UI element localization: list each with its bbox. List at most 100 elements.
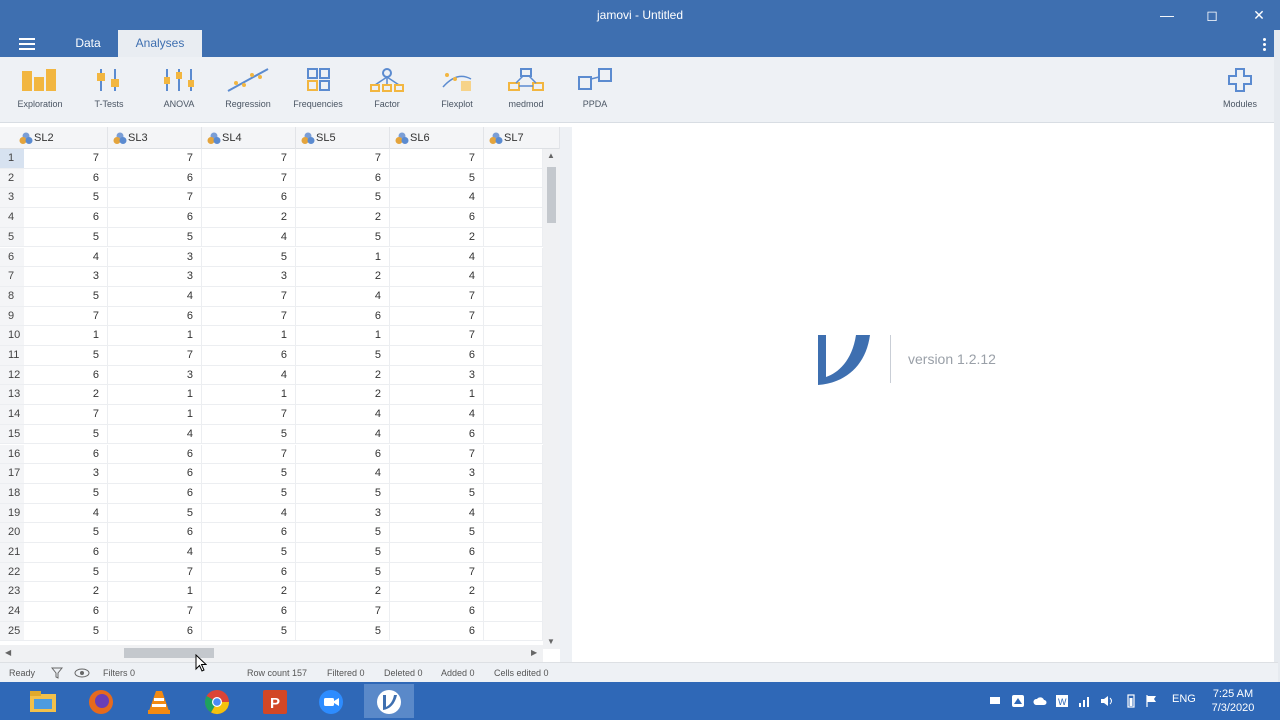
- table-cell[interactable]: 5: [296, 621, 390, 641]
- table-cell[interactable]: 7: [108, 346, 202, 365]
- table-row[interactable]: 22 5 7 6 5 7: [0, 562, 543, 583]
- medmod-button[interactable]: medmod: [491, 67, 561, 109]
- table-row[interactable]: 733324: [0, 267, 543, 287]
- table-cell[interactable]: 6: [108, 306, 202, 326]
- table-cell[interactable]: 5: [202, 247, 296, 267]
- table-cell[interactable]: 4: [390, 503, 484, 523]
- table-cell[interactable]: [484, 286, 543, 306]
- more-options-icon[interactable]: [1263, 38, 1267, 53]
- frequencies-button[interactable]: Frequencies: [283, 67, 353, 109]
- table-row[interactable]: 11 5 7 6 5 6: [0, 346, 543, 366]
- table-cell[interactable]: 2: [296, 267, 390, 286]
- table-cell[interactable]: 1: [296, 247, 390, 267]
- table-cell[interactable]: 1: [202, 326, 296, 345]
- table-cell[interactable]: 5: [14, 227, 108, 247]
- table-cell[interactable]: 5: [14, 621, 108, 641]
- table-row[interactable]: 25 5 6 5 5 6: [0, 621, 543, 642]
- table-cell[interactable]: 2: [390, 227, 484, 247]
- table-cell[interactable]: 7: [390, 326, 484, 345]
- table-cell[interactable]: 5: [390, 168, 484, 188]
- table-row[interactable]: 643514: [0, 247, 543, 268]
- tray-network-icon[interactable]: [1078, 694, 1092, 708]
- table-row[interactable]: 10 1 1 1 1 7: [0, 326, 543, 346]
- table-cell[interactable]: [484, 424, 543, 444]
- table-row[interactable]: 17 3 6 5 4 3: [0, 464, 543, 484]
- table-cell[interactable]: 6: [296, 168, 390, 188]
- vertical-scroll-thumb[interactable]: [547, 167, 556, 223]
- tray-chat-icon[interactable]: [989, 695, 1001, 707]
- table-cell[interactable]: 1: [108, 326, 202, 345]
- table-cell[interactable]: 6: [108, 208, 202, 227]
- table-cell[interactable]: 6: [108, 168, 202, 188]
- table-cell[interactable]: 5: [14, 562, 108, 582]
- tray-volume-icon[interactable]: [1100, 694, 1114, 708]
- table-cell[interactable]: 7: [390, 562, 484, 582]
- table-cell[interactable]: 5: [296, 346, 390, 365]
- table-cell[interactable]: 6: [108, 523, 202, 542]
- table-cell[interactable]: 7: [108, 562, 202, 582]
- tray-battery-icon[interactable]: [1126, 694, 1136, 708]
- table-cell[interactable]: 7: [108, 602, 202, 621]
- table-row[interactable]: 18 5 6 5 5 5: [0, 483, 543, 504]
- table-cell[interactable]: 5: [202, 543, 296, 562]
- table-cell[interactable]: 3: [390, 464, 484, 483]
- table-cell[interactable]: 7: [390, 286, 484, 306]
- table-cell[interactable]: [484, 149, 543, 168]
- table-cell[interactable]: 5: [108, 503, 202, 523]
- table-cell[interactable]: 1: [108, 405, 202, 424]
- table-cell[interactable]: 7: [14, 149, 108, 168]
- table-cell[interactable]: 5: [108, 227, 202, 247]
- table-cell[interactable]: 2: [296, 582, 390, 602]
- factor-button[interactable]: Factor: [352, 67, 422, 109]
- table-cell[interactable]: 2: [202, 208, 296, 227]
- table-cell[interactable]: 5: [296, 188, 390, 208]
- table-cell[interactable]: 5: [14, 346, 108, 365]
- table-cell[interactable]: 4: [296, 286, 390, 306]
- tray-cloud-icon[interactable]: [1033, 695, 1047, 707]
- table-cell[interactable]: 7: [202, 405, 296, 424]
- taskbar-chrome[interactable]: [192, 684, 242, 718]
- table-cell[interactable]: 6: [390, 424, 484, 444]
- table-cell[interactable]: [484, 621, 543, 641]
- table-cell[interactable]: 4: [14, 503, 108, 523]
- flexplot-button[interactable]: Flexplot: [422, 67, 492, 109]
- tray-app-icon[interactable]: [1011, 694, 1025, 708]
- column-header[interactable]: SL3: [108, 127, 202, 149]
- table-cell[interactable]: [484, 208, 543, 227]
- table-cell[interactable]: 4: [296, 464, 390, 483]
- table-cell[interactable]: 5: [390, 483, 484, 503]
- table-cell[interactable]: 5: [14, 523, 108, 542]
- table-cell[interactable]: 6: [108, 444, 202, 464]
- table-cell[interactable]: [484, 444, 543, 464]
- table-cell[interactable]: 6: [390, 602, 484, 621]
- table-cell[interactable]: 7: [390, 149, 484, 168]
- table-cell[interactable]: 7: [296, 602, 390, 621]
- table-row[interactable]: 854747: [0, 286, 543, 307]
- table-cell[interactable]: 3: [14, 267, 108, 286]
- table-cell[interactable]: 6: [202, 188, 296, 208]
- table-cell[interactable]: [484, 405, 543, 424]
- table-cell[interactable]: 6: [202, 562, 296, 582]
- column-header[interactable]: SL2: [14, 127, 108, 149]
- maximize-button[interactable]: ◻: [1202, 5, 1222, 25]
- table-cell[interactable]: 4: [202, 365, 296, 385]
- table-cell[interactable]: 5: [202, 621, 296, 641]
- table-cell[interactable]: 6: [390, 621, 484, 641]
- table-cell[interactable]: 6: [14, 602, 108, 621]
- table-cell[interactable]: 4: [390, 247, 484, 267]
- table-cell[interactable]: 4: [108, 286, 202, 306]
- tab-data[interactable]: Data: [62, 30, 114, 57]
- table-cell[interactable]: 6: [108, 483, 202, 503]
- table-row[interactable]: 12 6 3 4 2 3: [0, 365, 543, 386]
- table-cell[interactable]: 6: [202, 602, 296, 621]
- table-cell[interactable]: 5: [296, 523, 390, 542]
- tab-analyses[interactable]: Analyses: [118, 30, 202, 57]
- table-cell[interactable]: 2: [202, 582, 296, 602]
- table-row[interactable]: 976767: [0, 306, 543, 327]
- table-cell[interactable]: [484, 227, 543, 247]
- table-cell[interactable]: 4: [390, 267, 484, 286]
- table-cell[interactable]: 4: [108, 543, 202, 562]
- taskbar-vlc[interactable]: [134, 684, 184, 718]
- table-cell[interactable]: 3: [14, 464, 108, 483]
- table-cell[interactable]: 2: [296, 365, 390, 385]
